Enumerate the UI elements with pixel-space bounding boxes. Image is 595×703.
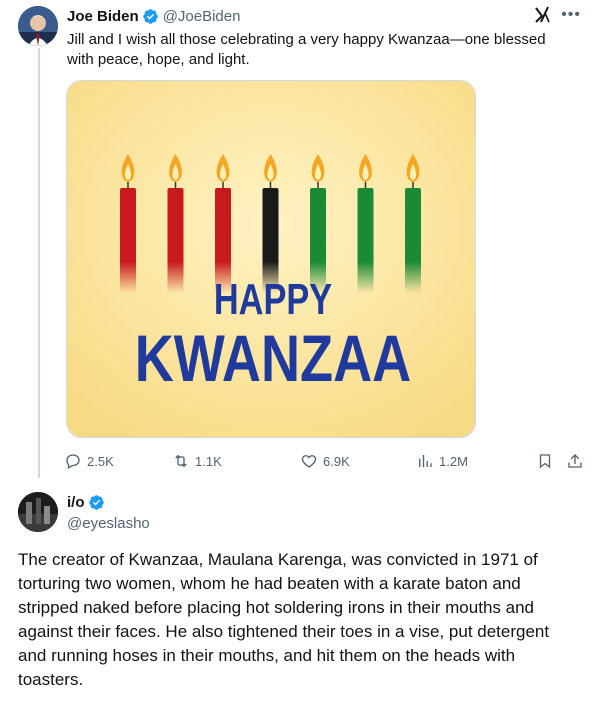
candle [357, 188, 374, 293]
reply-author-name[interactable]: i/o [67, 494, 85, 511]
candle [405, 188, 421, 293]
thread-connector-line [38, 48, 40, 478]
author-name[interactable]: Joe Biden [67, 8, 139, 25]
avatar[interactable] [18, 6, 58, 46]
grok-icon[interactable] [533, 6, 551, 24]
avatar[interactable] [18, 492, 58, 532]
views-button[interactable]: 1.2M [416, 452, 468, 470]
author-handle[interactable]: @JoeBiden [163, 8, 241, 25]
views-icon [419, 455, 432, 467]
post-header: Joe Biden @JoeBiden [67, 6, 240, 26]
candle [167, 188, 184, 293]
repost-count: 1.1K [195, 453, 222, 469]
reply-text: The creator of Kwanzaa, Maulana Karenga,… [18, 550, 550, 689]
share-button[interactable] [566, 452, 584, 470]
bookmark-button[interactable] [536, 452, 554, 470]
post-text: Jill and I wish all those celebrating a … [67, 31, 546, 68]
image-text-kwanzaa: KWANZAA [135, 321, 412, 395]
reply-author-handle[interactable]: @eyeslasho [67, 515, 150, 532]
repost-icon [175, 454, 187, 468]
verified-badge-icon [88, 494, 105, 511]
post-image[interactable]: HAPPY KWANZAA [66, 80, 476, 438]
like-button[interactable]: 6.9K [300, 452, 350, 470]
post-actions-bar: 2.5K 1.1K 6.9K 1.2M [64, 452, 586, 472]
candle [120, 188, 136, 293]
like-count: 6.9K [323, 453, 350, 469]
share-icon [568, 454, 582, 468]
post-top-actions: ••• [533, 6, 581, 24]
verified-badge-icon [142, 8, 159, 25]
like-icon [301, 455, 317, 468]
bookmark-icon [539, 454, 551, 469]
reply-icon [66, 454, 80, 469]
more-icon[interactable]: ••• [561, 7, 581, 23]
repost-button[interactable]: 1.1K [172, 452, 222, 470]
reply-count: 2.5K [87, 453, 114, 469]
image-text-happy: HAPPY [214, 275, 332, 324]
views-count: 1.2M [439, 453, 468, 469]
reply-header: i/o [67, 494, 109, 511]
reply-button[interactable]: 2.5K [64, 452, 114, 470]
